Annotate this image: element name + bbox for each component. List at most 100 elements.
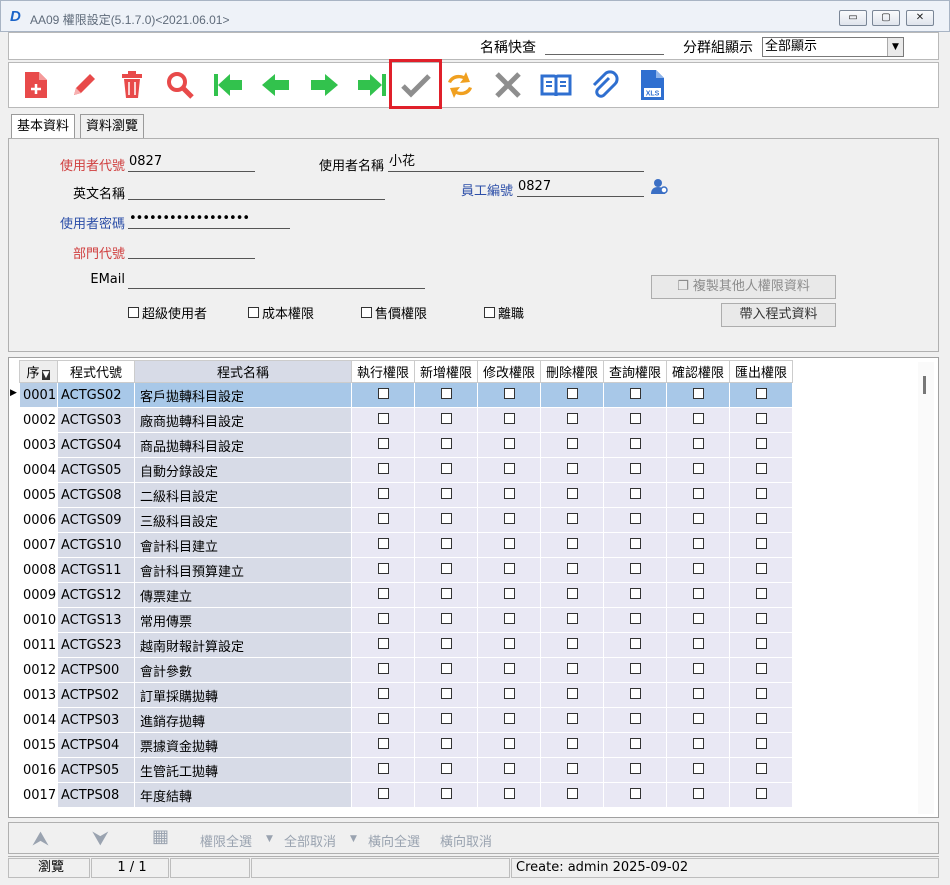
export-permission-checkbox[interactable]	[755, 587, 767, 599]
minimize-button[interactable]: ▭	[839, 10, 867, 26]
confirm-permission-cell[interactable]	[666, 557, 730, 583]
query-permission-checkbox[interactable]	[629, 412, 641, 424]
add-permission-cell[interactable]	[414, 407, 478, 433]
modify-permission-checkbox[interactable]	[503, 612, 515, 624]
query-permission-cell[interactable]	[603, 657, 667, 683]
add-permission-cell[interactable]	[414, 607, 478, 633]
row-code[interactable]: ACTGS03	[57, 407, 135, 433]
exec-permission-cell[interactable]	[351, 457, 415, 483]
modify-permission-cell[interactable]	[477, 557, 541, 583]
confirm-permission-cell[interactable]	[666, 682, 730, 708]
delete-permission-checkbox[interactable]	[566, 612, 578, 624]
password-field[interactable]: ••••••••••••••••••	[128, 211, 290, 229]
table-row[interactable]: 0017 ACTPS08 年度結轉	[19, 782, 793, 808]
add-button[interactable]	[18, 68, 54, 102]
user-id-field[interactable]: 0827	[128, 154, 255, 172]
export-permission-checkbox[interactable]	[755, 562, 767, 574]
tab-browse[interactable]: 資料瀏覽	[80, 114, 145, 138]
employee-lookup-button[interactable]	[651, 178, 669, 200]
query-permission-cell[interactable]	[603, 432, 667, 458]
edit-button[interactable]	[66, 68, 102, 102]
query-permission-checkbox[interactable]	[629, 437, 641, 449]
delete-permission-checkbox[interactable]	[566, 387, 578, 399]
modify-permission-cell[interactable]	[477, 707, 541, 733]
export-permission-cell[interactable]	[729, 582, 793, 608]
refresh-button[interactable]	[442, 68, 478, 102]
delete-permission-cell[interactable]	[540, 757, 604, 783]
import-programs-button[interactable]: 帶入程式資料	[721, 303, 836, 327]
add-permission-checkbox[interactable]	[440, 562, 452, 574]
exec-permission-checkbox[interactable]	[377, 512, 389, 524]
table-row[interactable]: 0011 ACTGS23 越南財報計算設定	[19, 632, 793, 658]
row-code[interactable]: ACTGS08	[57, 482, 135, 508]
exec-permission-cell[interactable]	[351, 782, 415, 808]
table-row[interactable]: 0002 ACTGS03 廠商拋轉科目設定	[19, 407, 793, 433]
table-row[interactable]: 0005 ACTGS08 二級科目設定	[19, 482, 793, 508]
delete-permission-checkbox[interactable]	[566, 637, 578, 649]
modify-permission-checkbox[interactable]	[503, 437, 515, 449]
modify-permission-cell[interactable]	[477, 382, 541, 408]
confirm-permission-checkbox[interactable]	[692, 562, 704, 574]
table-row[interactable]: 0001 ACTGS02 客戶拋轉科目設定	[19, 382, 793, 408]
exec-permission-checkbox[interactable]	[377, 737, 389, 749]
delete-permission-cell[interactable]	[540, 682, 604, 708]
row-code[interactable]: ACTPS05	[57, 757, 135, 783]
export-permission-checkbox[interactable]	[755, 487, 767, 499]
modify-header[interactable]: 修改權限	[477, 360, 541, 383]
row-name[interactable]: 會計科目建立	[134, 532, 352, 558]
add-permission-cell[interactable]	[414, 632, 478, 658]
delete-permission-cell[interactable]	[540, 707, 604, 733]
confirm-permission-cell[interactable]	[666, 782, 730, 808]
add-permission-checkbox[interactable]	[440, 737, 452, 749]
modify-permission-checkbox[interactable]	[503, 687, 515, 699]
modify-permission-cell[interactable]	[477, 657, 541, 683]
confirm-permission-checkbox[interactable]	[692, 612, 704, 624]
export-permission-checkbox[interactable]	[755, 737, 767, 749]
table-row[interactable]: 0003 ACTGS04 商品拋轉科目設定	[19, 432, 793, 458]
row-name[interactable]: 三級科目設定	[134, 507, 352, 533]
query-permission-cell[interactable]	[603, 582, 667, 608]
add-header[interactable]: 新增權限	[414, 360, 478, 383]
delete-permission-cell[interactable]	[540, 732, 604, 758]
close-button[interactable]: ✕	[906, 10, 934, 26]
exec-permission-cell[interactable]	[351, 382, 415, 408]
add-permission-cell[interactable]	[414, 482, 478, 508]
modify-permission-checkbox[interactable]	[503, 787, 515, 799]
row-cancel-button[interactable]: 橫向取消	[440, 831, 492, 850]
export-permission-cell[interactable]	[729, 707, 793, 733]
add-permission-cell[interactable]	[414, 557, 478, 583]
last-record-button[interactable]	[354, 68, 390, 102]
modify-permission-checkbox[interactable]	[503, 587, 515, 599]
copy-permissions-button[interactable]: ❐ 複製其他人權限資料	[651, 275, 836, 299]
add-permission-checkbox[interactable]	[440, 762, 452, 774]
row-name[interactable]: 票據資金拋轉	[134, 732, 352, 758]
modify-permission-cell[interactable]	[477, 457, 541, 483]
exec-permission-checkbox[interactable]	[377, 462, 389, 474]
export-permission-cell[interactable]	[729, 482, 793, 508]
export-permission-cell[interactable]	[729, 457, 793, 483]
confirm-permission-cell[interactable]	[666, 407, 730, 433]
export-permission-cell[interactable]	[729, 407, 793, 433]
query-permission-checkbox[interactable]	[629, 662, 641, 674]
quick-search-input[interactable]	[545, 38, 664, 55]
export-permission-checkbox[interactable]	[755, 712, 767, 724]
maximize-button[interactable]: ▢	[872, 10, 900, 26]
row-name[interactable]: 傳票建立	[134, 582, 352, 608]
table-row[interactable]: 0014 ACTPS03 進銷存拋轉	[19, 707, 793, 733]
confirm-permission-checkbox[interactable]	[692, 662, 704, 674]
export-permission-checkbox[interactable]	[755, 537, 767, 549]
modify-permission-cell[interactable]	[477, 757, 541, 783]
modify-permission-checkbox[interactable]	[503, 512, 515, 524]
modify-permission-checkbox[interactable]	[503, 562, 515, 574]
export-permission-checkbox[interactable]	[755, 762, 767, 774]
row-name[interactable]: 自動分錄設定	[134, 457, 352, 483]
row-name[interactable]: 生管託工拋轉	[134, 757, 352, 783]
row-name[interactable]: 年度結轉	[134, 782, 352, 808]
add-permission-cell[interactable]	[414, 382, 478, 408]
exec-permission-cell[interactable]	[351, 507, 415, 533]
export-permission-checkbox[interactable]	[755, 437, 767, 449]
delete-permission-checkbox[interactable]	[566, 787, 578, 799]
export-permission-checkbox[interactable]	[755, 687, 767, 699]
delete-permission-cell[interactable]	[540, 432, 604, 458]
confirm-permission-checkbox[interactable]	[692, 487, 704, 499]
